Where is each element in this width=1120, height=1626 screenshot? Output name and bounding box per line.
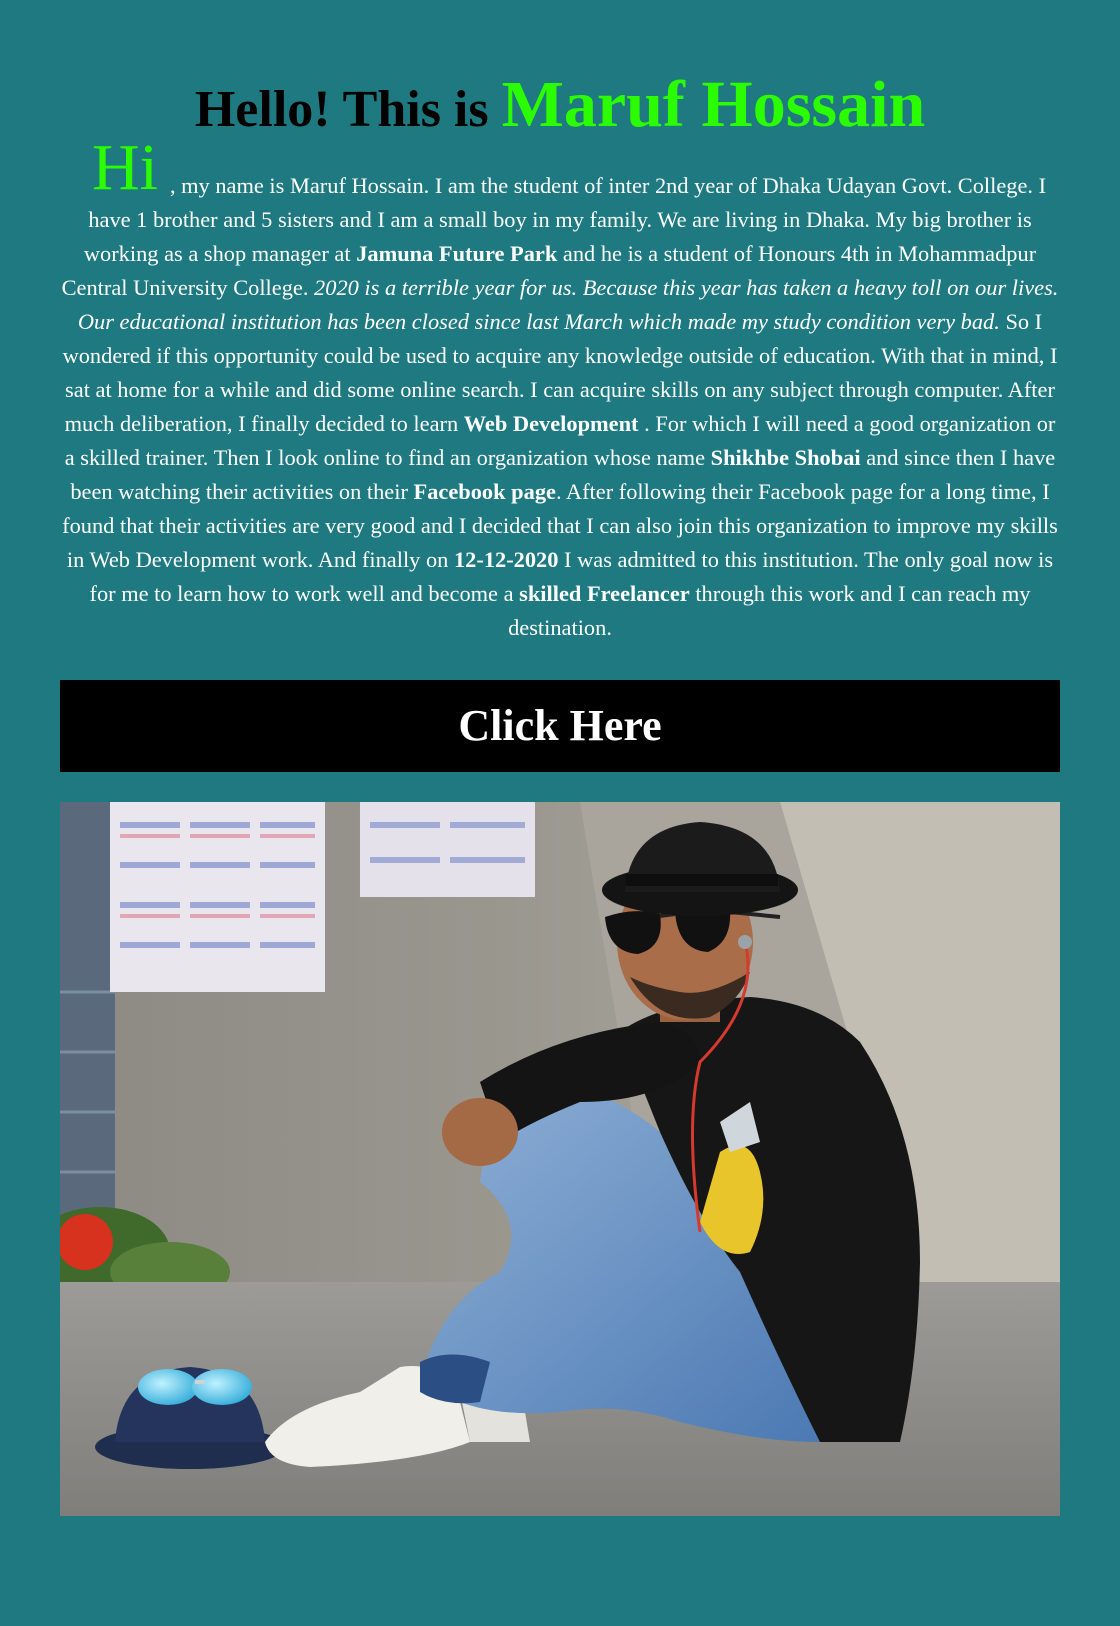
page-container: Hello! This is Maruf Hossain Hi, my name… [60,0,1060,1516]
title-name: Maruf Hossain [501,68,926,141]
click-here-button[interactable]: Click Here [60,680,1060,772]
bio-bold-shikhbe: Shikhbe Shobai [710,445,861,470]
bio-hi: Hi [91,131,158,204]
title-prefix: Hello! This is [194,81,502,138]
bio-bold-webdev: Web Development [463,411,639,436]
bio-bold-jamuna: Jamuna Future Park [356,241,558,266]
bio-bold-facebook: Facebook page [413,479,556,504]
bio-paragraph: Hi, my name is Maruf Hossain. I am the s… [60,135,1060,645]
bio-bold-date: 12-12-2020 [453,547,559,572]
page-title: Hello! This is Maruf Hossain [60,60,1060,155]
profile-photo [60,802,1060,1516]
bio-bold-freelancer: skilled Freelancer [519,581,690,606]
